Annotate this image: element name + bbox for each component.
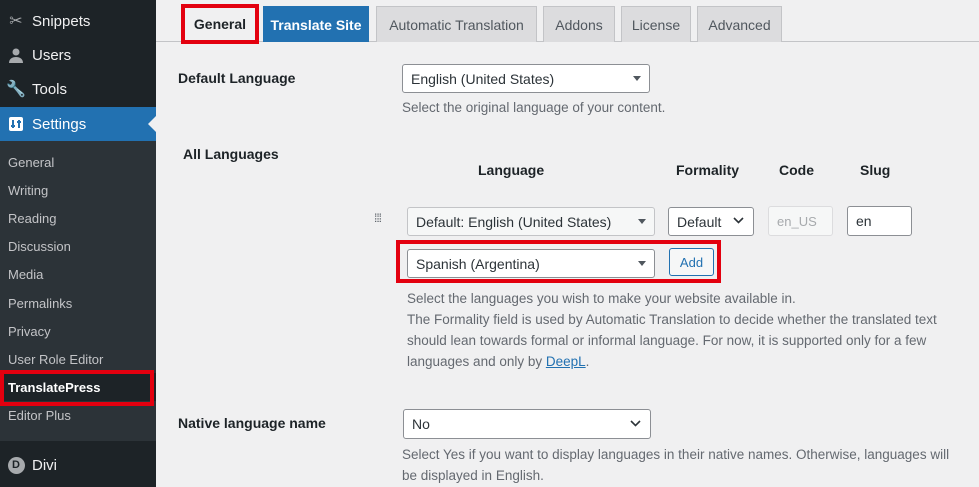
column-header-code: Code [779, 162, 814, 178]
submenu-permalinks[interactable]: Permalinks [0, 289, 156, 317]
all-languages-label: All Languages [183, 146, 279, 162]
default-language-row-select: Default: English (United States) [407, 207, 655, 236]
description-line: The Formality field is used by Automatic… [407, 312, 937, 327]
menu-item-settings[interactable]: Settings [0, 107, 156, 141]
menu-item-users[interactable]: Users [0, 38, 156, 72]
submenu-discussion[interactable]: Discussion [0, 232, 156, 260]
submenu-media[interactable]: Media [0, 260, 156, 288]
formality-select[interactable]: Default [668, 207, 754, 236]
submenu-reading[interactable]: Reading [0, 204, 156, 232]
tab-translate-site[interactable]: Translate Site [263, 6, 369, 42]
caret-down-icon [633, 76, 641, 81]
divi-icon: D [6, 455, 26, 475]
native-language-select[interactable]: No [403, 409, 651, 439]
caret-down-icon [638, 219, 646, 224]
select-value: Default [677, 213, 722, 230]
highlight-box-translatepress [0, 370, 154, 406]
menu-item-label: Divi [32, 456, 57, 474]
tab-advanced[interactable]: Advanced [697, 6, 782, 42]
language-code-field: en_US [768, 206, 833, 236]
default-language-description: Select the original language of your con… [402, 100, 666, 115]
tab-automatic-translation[interactable]: Automatic Translation [376, 6, 537, 42]
description-line: be displayed in English. [402, 468, 544, 483]
wrench-icon: 🔧 [6, 81, 26, 98]
highlight-box-add-language [396, 240, 721, 283]
snippets-icon: ✂ [9, 13, 23, 30]
column-header-slug: Slug [860, 162, 891, 178]
menu-item-label: Tools [32, 80, 68, 98]
settings-icon [6, 114, 26, 134]
admin-sidebar: ✂ Snippets Users 🔧 Tools Settings Genera… [0, 0, 156, 487]
menu-item-divi[interactable]: D Divi [0, 448, 156, 482]
description-line: should lean towards formal or informal l… [407, 333, 927, 348]
description-line: Select Yes if you want to display langua… [402, 447, 950, 462]
description-line: Select the languages you wish to make yo… [407, 291, 796, 306]
native-language-description: Select Yes if you want to display langua… [402, 444, 972, 486]
chevron-down-icon [733, 216, 744, 228]
language-slug-field[interactable]: en [847, 206, 912, 236]
all-languages-description: Select the languages you wish to make yo… [407, 288, 972, 372]
menu-item-label: Snippets [32, 12, 91, 30]
select-value: No [412, 416, 430, 432]
default-language-select[interactable]: English (United States) [402, 64, 650, 93]
tab-license[interactable]: License [621, 6, 691, 42]
menu-item-label: Users [32, 46, 72, 64]
submenu-writing[interactable]: Writing [0, 176, 156, 204]
select-value: Default: English (United States) [416, 213, 612, 230]
column-header-formality: Formality [676, 162, 740, 178]
submenu-general[interactable]: General [0, 148, 156, 176]
drag-handle-icon[interactable]: ⁞⁞⁞ [374, 212, 382, 224]
select-value: English (United States) [411, 70, 555, 87]
tab-addons[interactable]: Addons [543, 6, 615, 42]
menu-item-tools[interactable]: 🔧 Tools [0, 72, 156, 106]
menu-item-label: Settings [32, 115, 87, 133]
submenu-privacy[interactable]: Privacy [0, 317, 156, 345]
deepl-link[interactable]: DeepL [546, 354, 586, 369]
native-language-label: Native language name [178, 415, 326, 431]
submenu-user-role-editor[interactable]: User Role Editor [0, 345, 156, 373]
chevron-down-icon [630, 419, 641, 431]
column-header-language: Language [478, 162, 545, 178]
default-language-label: Default Language [178, 70, 296, 86]
menu-item-snippets[interactable]: ✂ Snippets [0, 4, 156, 38]
description-line: languages and only by DeepL. [407, 354, 590, 369]
users-icon [6, 45, 26, 65]
highlight-box-general-tab [181, 4, 259, 44]
